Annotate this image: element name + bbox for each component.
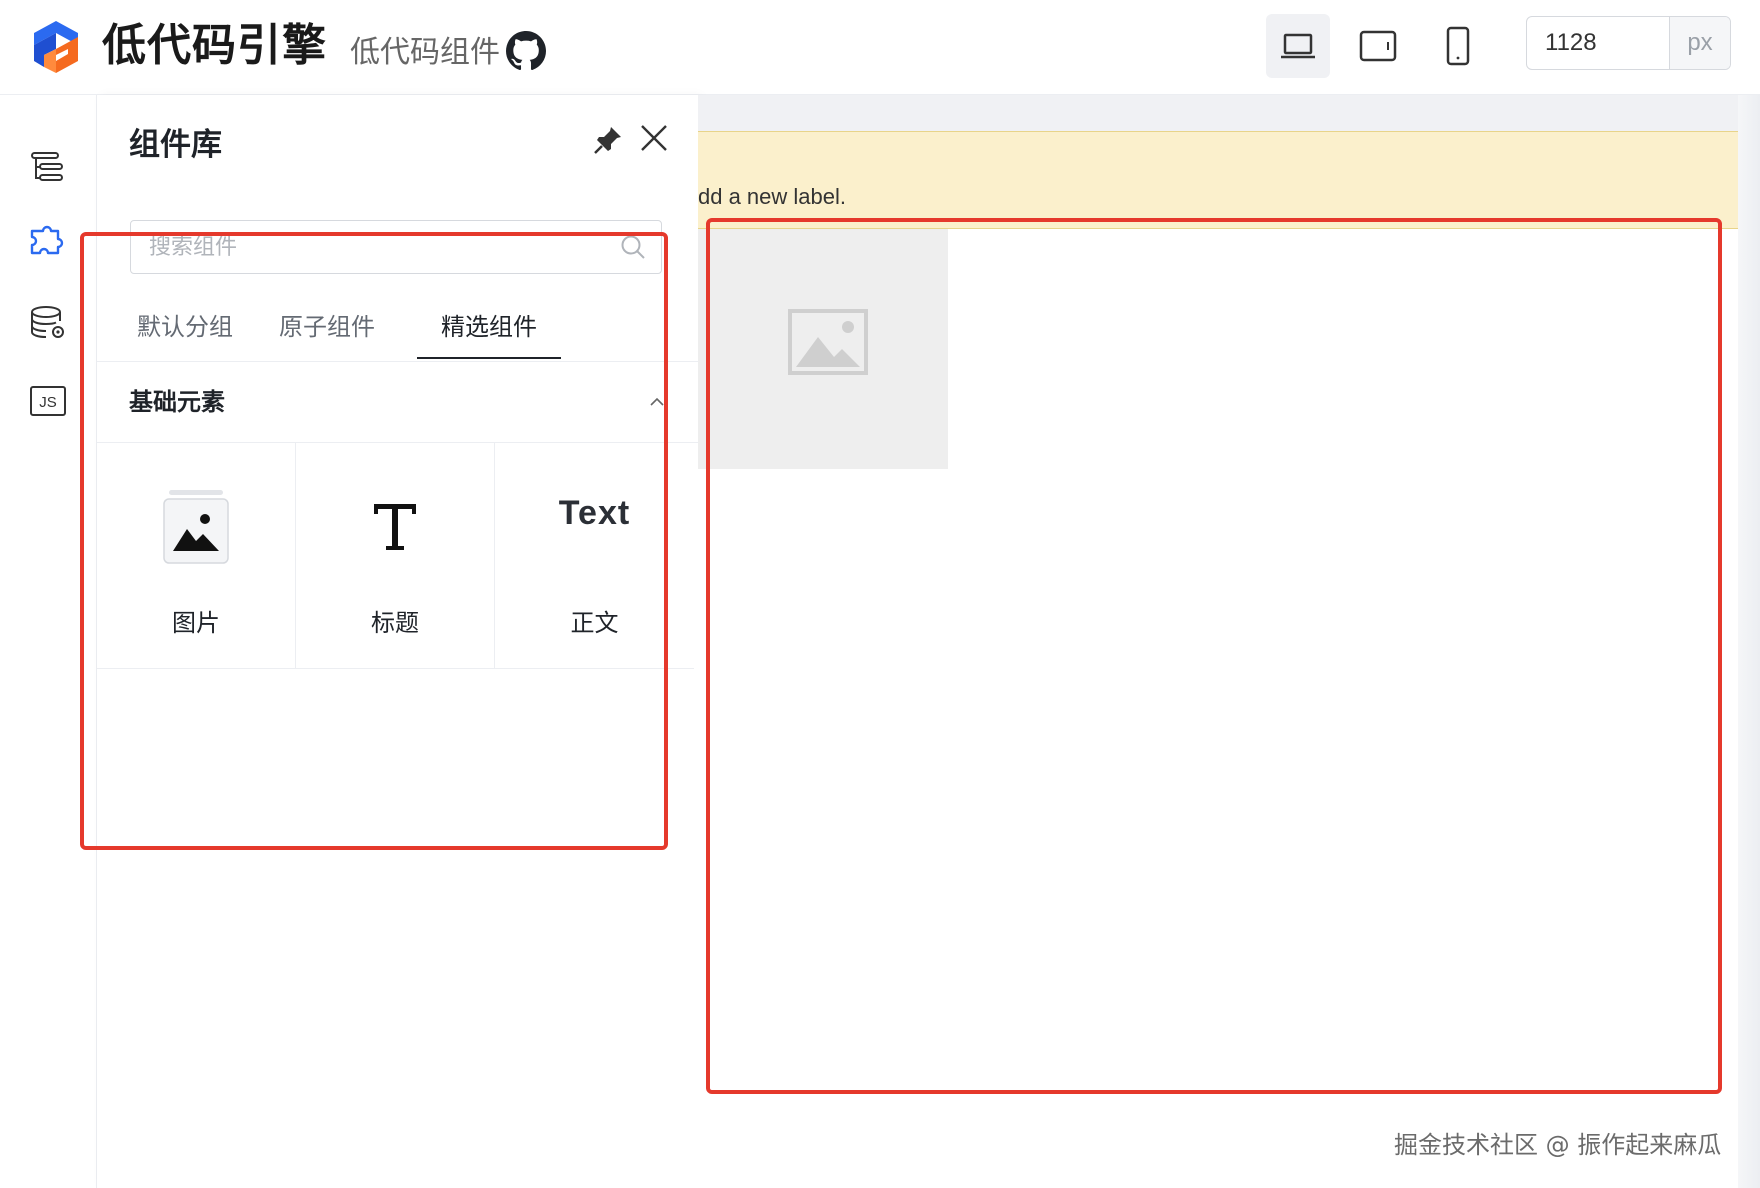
tab-atomic-components[interactable]: 原子组件: [257, 295, 397, 361]
design-canvas[interactable]: dd a new label.: [698, 95, 1760, 1188]
group-header-basic[interactable]: 基础元素: [97, 362, 698, 443]
title-component-icon: [296, 487, 494, 567]
outline-tree-glyph: [31, 152, 63, 181]
laptop-icon: [1281, 33, 1315, 59]
canvas-page[interactable]: dd a new label.: [698, 95, 1760, 1188]
title-T-icon: [374, 504, 416, 550]
canvas-width-control: px: [1526, 16, 1731, 70]
image-placeholder-icon: [788, 309, 868, 375]
tab-featured-components[interactable]: 精选组件: [419, 295, 559, 361]
component-library-panel: 组件库 默认分组 原子组件 精选组件 基础元素: [97, 95, 698, 1188]
chevron-up-icon[interactable]: [647, 392, 667, 412]
brand-logo[interactable]: [30, 19, 82, 73]
panel-title: 组件库: [129, 127, 222, 163]
image-icon: [163, 490, 229, 564]
database-gear-icon: [31, 306, 64, 338]
component-card-image[interactable]: 图片: [97, 443, 296, 669]
components-icon[interactable]: [24, 215, 72, 263]
github-icon[interactable]: [506, 31, 546, 71]
close-icon[interactable]: [637, 121, 671, 155]
image-component-placeholder[interactable]: [698, 229, 948, 469]
canvas-top-strip: [698, 95, 1738, 131]
component-label: 图片: [172, 609, 220, 637]
brand-title: 低代码引擎: [102, 20, 327, 71]
group-title: 基础元素: [129, 388, 225, 416]
canvas-notice-bar: dd a new label.: [698, 131, 1760, 229]
search-icon[interactable]: [619, 233, 647, 261]
left-icon-rail: JS: [0, 95, 97, 1188]
canvas-scroll-edge: [1738, 95, 1760, 1188]
tab-default-group[interactable]: 默认分组: [115, 295, 255, 361]
pin-icon[interactable]: [591, 123, 625, 157]
device-tablet-button[interactable]: [1346, 14, 1410, 78]
canvas-width-unit: px: [1669, 17, 1730, 69]
notice-text: dd a new label.: [698, 184, 846, 209]
image-component-icon: [97, 487, 295, 567]
text-component-icon: Text: [495, 473, 694, 553]
js-label: JS: [39, 394, 57, 411]
device-mobile-button[interactable]: [1426, 14, 1490, 78]
js-badge: JS: [30, 386, 66, 416]
text-icon: Text: [558, 493, 631, 532]
project-subtitle: 低代码组件: [350, 35, 500, 70]
component-label: 标题: [371, 609, 419, 637]
tablet-icon: [1359, 30, 1397, 62]
search-input[interactable]: [147, 221, 611, 273]
component-grid: 图片 标题 Text 正文: [97, 443, 698, 669]
outline-tree-icon[interactable]: [24, 143, 72, 191]
device-desktop-button[interactable]: [1266, 14, 1330, 78]
canvas-width-input[interactable]: [1527, 17, 1671, 69]
component-search: [130, 220, 662, 274]
panel-tabs: 默认分组 原子组件 精选组件: [97, 295, 698, 362]
phone-icon: [1446, 26, 1470, 66]
watermark: 掘金技术社区 @ 振作起来麻瓜: [1394, 1131, 1722, 1159]
top-bar: 低代码引擎 低代码组件 px: [0, 0, 1760, 95]
js-code-icon[interactable]: JS: [24, 377, 72, 425]
puzzle-icon: [30, 225, 64, 255]
component-card-text[interactable]: Text 正文: [495, 443, 694, 669]
component-label: 正文: [570, 609, 619, 637]
datasource-icon[interactable]: [24, 299, 72, 347]
active-tab-indicator: [417, 357, 561, 359]
component-card-title[interactable]: 标题: [296, 443, 495, 669]
